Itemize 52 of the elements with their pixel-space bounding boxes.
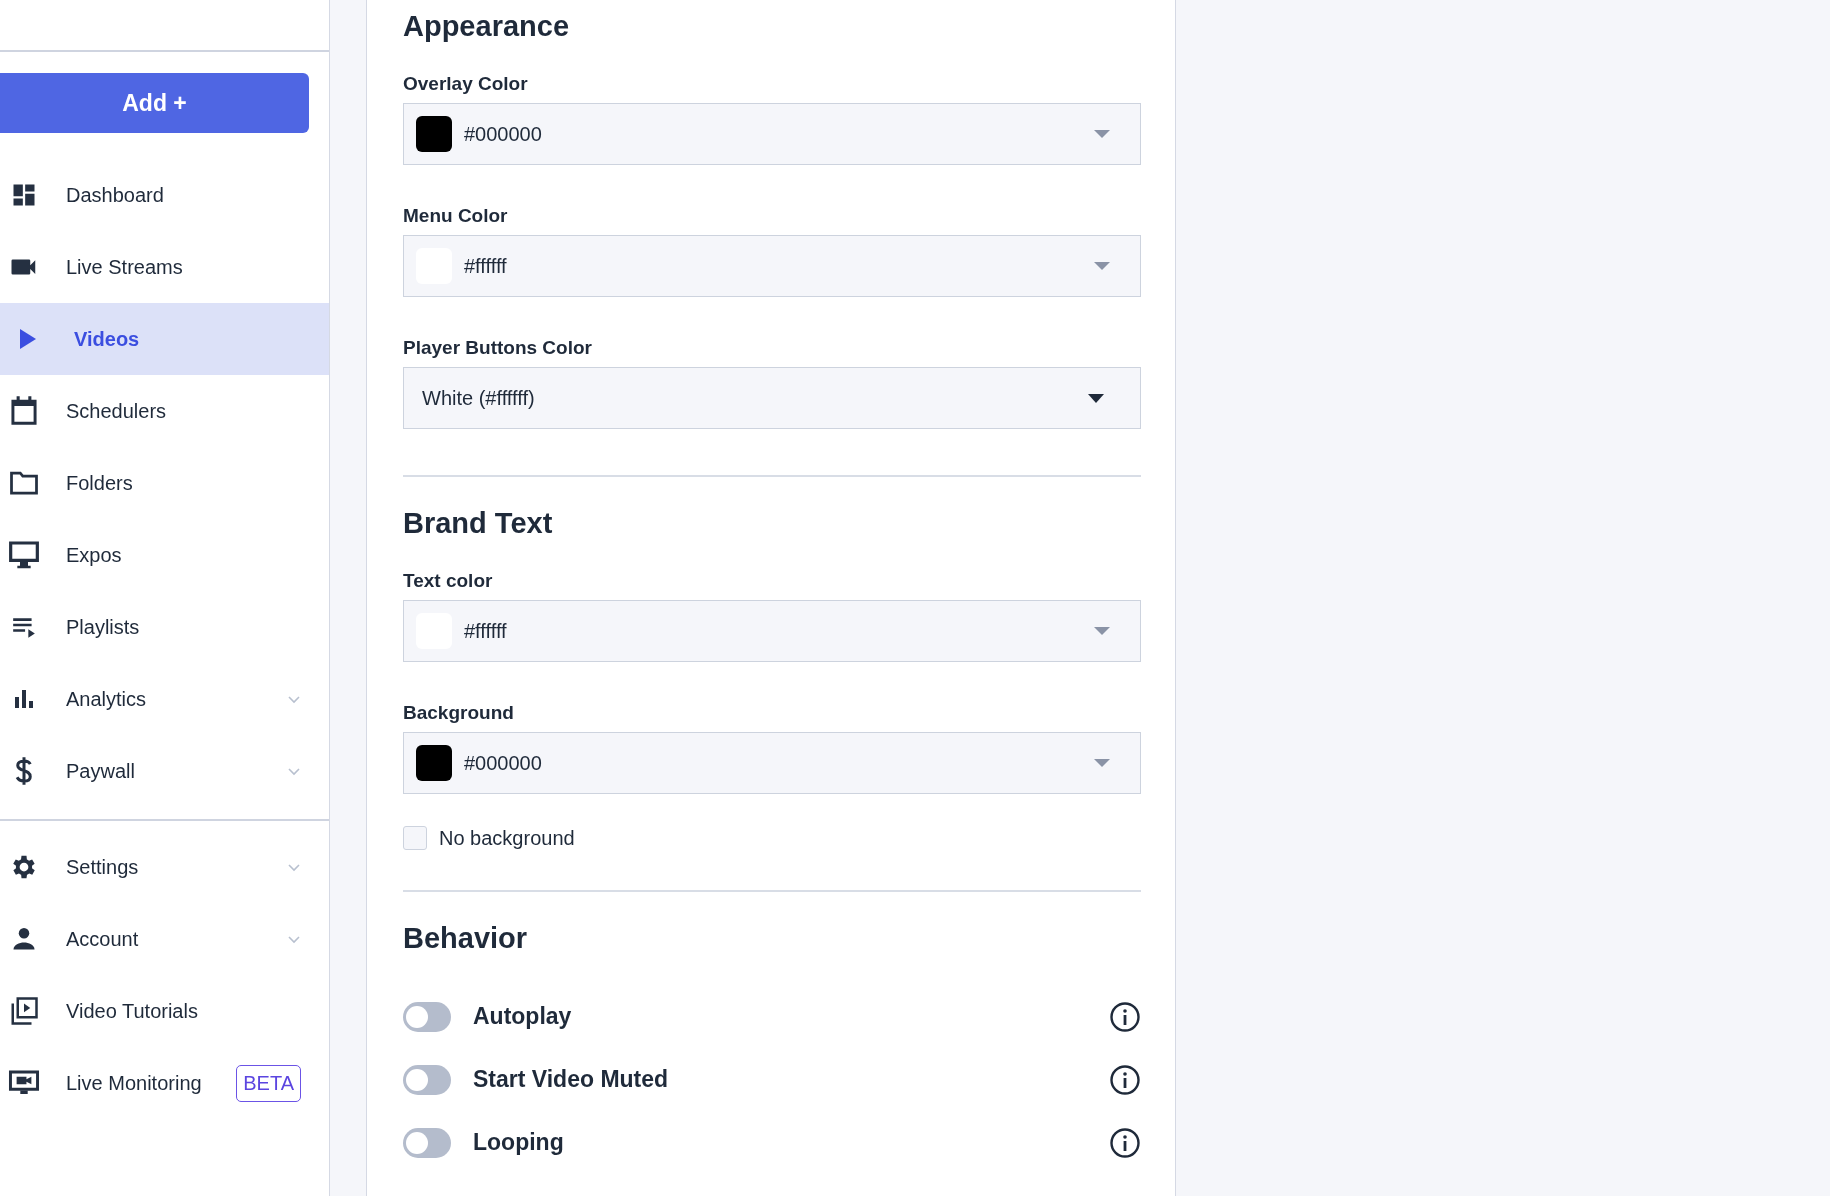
select-field[interactable]: White (#ffffff) xyxy=(403,367,1141,429)
section-heading: Brand Text xyxy=(403,507,554,540)
sidebar-item[interactable]: Videos xyxy=(0,303,329,375)
section-heading: Appearance xyxy=(403,10,570,43)
sidebar-item[interactable]: Analytics xyxy=(0,663,329,735)
toggle-switch[interactable] xyxy=(403,1064,451,1095)
caret-icon xyxy=(1094,262,1110,270)
info-icon[interactable] xyxy=(1109,1126,1141,1159)
sidebar-item[interactable]: Folders xyxy=(0,447,329,519)
caret-icon xyxy=(1094,130,1110,138)
section-heading: Behavior xyxy=(403,922,529,955)
caret-icon xyxy=(1088,393,1104,403)
playlist-icon xyxy=(11,615,37,639)
beta-badge: BETA xyxy=(236,1064,301,1102)
toggle-label: Start Video Muted xyxy=(473,1066,669,1093)
sidebar-item[interactable]: Dashboard xyxy=(0,159,329,231)
info-icon[interactable] xyxy=(1109,1000,1141,1033)
field-label: Menu Color xyxy=(403,205,509,227)
checkbox[interactable] xyxy=(403,826,427,850)
sidebar-item[interactable]: Account xyxy=(0,903,329,975)
info-icon[interactable] xyxy=(1109,1063,1141,1096)
caret-icon xyxy=(1094,627,1110,635)
sidebar-item[interactable]: Paywall xyxy=(0,735,329,807)
toggle-switch[interactable] xyxy=(403,1001,451,1032)
sidebar-item[interactable]: Playlists xyxy=(0,591,329,663)
color-picker[interactable]: #000000 xyxy=(403,732,1141,794)
field-label: Text color xyxy=(403,570,494,592)
color-picker[interactable]: #ffffff xyxy=(403,235,1141,297)
toggle-label: Looping xyxy=(473,1129,564,1156)
dollar-icon xyxy=(13,756,35,786)
checkbox-label: No background xyxy=(439,826,575,850)
calendar-icon xyxy=(9,395,39,427)
caret-icon xyxy=(1094,759,1110,767)
sidebar-item[interactable]: Video Tutorials xyxy=(0,975,329,1047)
folder-icon xyxy=(9,469,39,497)
play-icon xyxy=(18,327,38,351)
field-label: Background xyxy=(403,702,515,724)
color-picker[interactable]: #000000 xyxy=(403,103,1141,165)
sidebar-item[interactable]: Live Monitoring BETA xyxy=(0,1047,329,1119)
toggle-label: Autoplay xyxy=(473,1003,572,1030)
sidebar-item[interactable]: Settings xyxy=(0,831,329,903)
video-library-icon xyxy=(9,996,39,1026)
toggle-switch[interactable] xyxy=(403,1127,451,1158)
bar-chart-icon xyxy=(12,687,36,711)
sidebar-item[interactable]: Live Streams xyxy=(0,231,329,303)
field-label: Player Buttons Color xyxy=(403,337,593,359)
monitor-icon xyxy=(8,540,40,570)
sidebar-item[interactable]: Schedulers xyxy=(0,375,329,447)
add-button[interactable]: Add + xyxy=(0,73,309,133)
color-picker[interactable]: #ffffff xyxy=(403,600,1141,662)
sidebar-item[interactable]: Expos xyxy=(0,519,329,591)
field-label: Overlay Color xyxy=(403,73,529,95)
